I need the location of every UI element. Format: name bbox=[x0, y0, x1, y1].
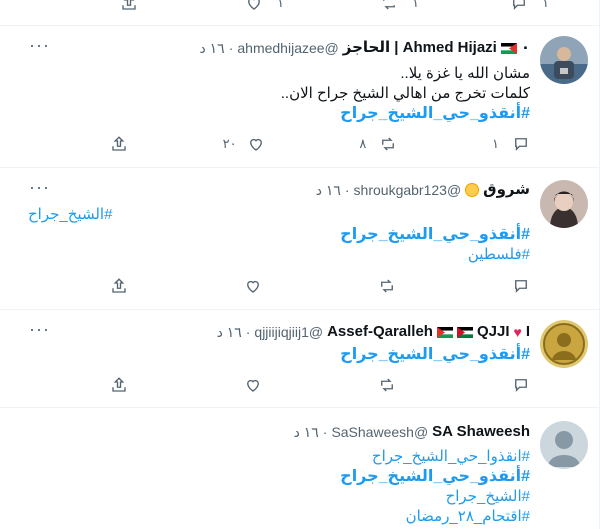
palestine-flag-icon bbox=[500, 42, 517, 54]
hashtag-link[interactable]: #الشيخ_جراح bbox=[28, 205, 530, 225]
like-count: ١ bbox=[277, 0, 284, 10]
retweet-button[interactable]: ١ bbox=[380, 0, 422, 12]
hashtag-link[interactable]: #أنقذو_حي_الشيخ_جراح bbox=[28, 104, 530, 124]
separator-dot: · bbox=[344, 182, 350, 198]
user-handle[interactable]: @SaShaweesh bbox=[331, 422, 428, 442]
share-icon bbox=[122, 0, 136, 10]
tweet-text: #الشيخ_جراح #أنقذو_حي_الشيخ_جراح #فلسطين bbox=[28, 205, 530, 265]
retweet-button[interactable] bbox=[358, 375, 396, 395]
tweet[interactable]: ٠ Ahmed Hijazi | الحاجز @ahmedhijazee · … bbox=[0, 25, 599, 167]
share-button[interactable] bbox=[110, 375, 128, 395]
reply-button[interactable] bbox=[492, 276, 530, 296]
like-count: ٢٠ bbox=[222, 136, 237, 151]
tweet[interactable]: I ♥ QJJI Assef-Qaralleh @qjjiijiqjiij1 ·… bbox=[0, 309, 599, 407]
user-name[interactable]: SA Shaweesh bbox=[432, 422, 530, 442]
user-name[interactable]: شروق bbox=[483, 180, 530, 200]
tweet-time[interactable]: ١٦ د bbox=[200, 38, 225, 58]
like-button[interactable]: ٢٠ bbox=[223, 134, 265, 154]
hashtag-link[interactable]: #أنقذو_حي_الشيخ_جراح bbox=[28, 345, 530, 365]
tweet-actions bbox=[110, 276, 530, 296]
tweet-header: SA Shaweesh @SaShaweesh · ١٦ د bbox=[28, 422, 530, 442]
share-button[interactable] bbox=[110, 134, 128, 154]
hashtag-link[interactable]: #اقتحام_٢٨_رمضان bbox=[28, 507, 530, 527]
retweet-icon bbox=[382, 137, 395, 151]
user-handle[interactable]: @shroukgabr123 bbox=[354, 180, 462, 200]
hashtag-link[interactable]: #الشيخ_جراح bbox=[28, 487, 530, 507]
user-name[interactable]: Ahmed Hijazi | الحاجز bbox=[343, 38, 497, 58]
user-name-suffix2[interactable]: I bbox=[526, 322, 530, 342]
more-icon[interactable]: ··· bbox=[29, 178, 50, 201]
heart-icon bbox=[249, 138, 262, 151]
share-icon bbox=[112, 278, 126, 293]
reply-icon bbox=[513, 0, 525, 10]
retweet-icon bbox=[383, 0, 395, 10]
share-icon bbox=[112, 377, 126, 392]
red-heart-icon: ♥ bbox=[513, 324, 522, 340]
reply-button[interactable]: ١ bbox=[510, 0, 552, 12]
reply-icon bbox=[515, 138, 527, 151]
tweet-time[interactable]: ١٦ د bbox=[294, 422, 319, 442]
reply-button[interactable] bbox=[492, 375, 530, 395]
tweet-text: #انقذوا_حي_الشيخ_جراح #أنقذو_حي_الشيخ_جر… bbox=[28, 447, 530, 527]
share-button[interactable] bbox=[120, 0, 138, 12]
tweet-time[interactable]: ١٦ د bbox=[316, 180, 341, 200]
retweet-icon bbox=[381, 378, 393, 392]
reply-count: ١ bbox=[491, 136, 499, 151]
separator-dot: · bbox=[228, 40, 234, 56]
more-icon[interactable]: ··· bbox=[29, 36, 50, 59]
retweet-count: ١ bbox=[412, 0, 419, 10]
user-name-prefix[interactable]: ٠ bbox=[521, 38, 530, 58]
user-name[interactable]: Assef-Qaralleh bbox=[327, 322, 433, 342]
tweet-header: ٠ Ahmed Hijazi | الحاجز @ahmedhijazee · … bbox=[28, 38, 530, 58]
reply-count: ١ bbox=[542, 0, 549, 10]
like-button[interactable]: ١ bbox=[245, 0, 287, 12]
tweet-actions: ٢٠ ٨ ١ bbox=[110, 134, 530, 154]
tweet[interactable]: SA Shaweesh @SaShaweesh · ١٦ د #انقذوا_ح… bbox=[0, 407, 599, 529]
reply-icon bbox=[515, 379, 527, 392]
jordan-flag-icon bbox=[456, 326, 473, 338]
tweet-actions bbox=[110, 375, 530, 395]
reply-icon bbox=[515, 280, 527, 293]
more-icon[interactable]: ··· bbox=[29, 320, 50, 343]
timeline-feed: ١ ١ ١ ٠ Ahmed Hijazi | الحاجز @ahmedhija… bbox=[0, 0, 600, 529]
hashtag-link[interactable]: #أنقذو_حي_الشيخ_جراح bbox=[28, 467, 530, 487]
tweet-text: مشان الله يا غزة يلا.. كلمات تخرج من اها… bbox=[28, 64, 530, 124]
heart-icon bbox=[247, 379, 259, 392]
like-button[interactable] bbox=[224, 375, 262, 395]
hashtag-link[interactable]: #أنقذو_حي_الشيخ_جراح bbox=[28, 225, 530, 245]
retweet-button[interactable]: ٨ bbox=[359, 134, 397, 154]
retweet-button[interactable] bbox=[358, 276, 396, 296]
sun-emoji-icon bbox=[465, 183, 480, 197]
share-icon bbox=[112, 136, 126, 151]
user-handle[interactable]: @ahmedhijazee bbox=[237, 38, 338, 58]
tweet[interactable]: شروق @shroukgabr123 · ١٦ د ··· #الشيخ_جر… bbox=[0, 167, 599, 309]
avatar[interactable] bbox=[540, 421, 588, 469]
reply-button[interactable]: ١ bbox=[492, 134, 530, 154]
separator-dot: · bbox=[322, 424, 328, 440]
avatar[interactable] bbox=[540, 36, 588, 84]
heart-icon bbox=[248, 0, 260, 10]
user-handle[interactable]: @qjjiijiqjiij1 bbox=[254, 322, 323, 342]
tweet-time[interactable]: ١٦ د bbox=[217, 322, 242, 342]
avatar[interactable] bbox=[540, 180, 588, 228]
partial-tweet-actions: ١ ١ ١ bbox=[20, 0, 580, 14]
tweet-header: I ♥ QJJI Assef-Qaralleh @qjjiijiqjiij1 ·… bbox=[28, 322, 530, 342]
tweet-line: مشان الله يا غزة يلا.. bbox=[400, 65, 530, 82]
user-name-suffix[interactable]: QJJI bbox=[477, 322, 510, 342]
tweet-line: كلمات تخرج من اهالي الشيخ جراح الان.. bbox=[280, 85, 530, 102]
heart-icon bbox=[247, 280, 259, 293]
hashtag-link[interactable]: #انقذوا_حي_الشيخ_جراح bbox=[28, 447, 530, 467]
share-button[interactable] bbox=[110, 276, 128, 296]
retweet-count: ٨ bbox=[359, 136, 367, 151]
like-button[interactable] bbox=[224, 276, 262, 296]
hashtag-link[interactable]: #فلسطين bbox=[28, 245, 530, 265]
avatar[interactable] bbox=[540, 320, 588, 368]
retweet-icon bbox=[381, 279, 393, 293]
separator-dot: · bbox=[245, 324, 251, 340]
tweet-header: شروق @shroukgabr123 · ١٦ د bbox=[28, 180, 530, 200]
tweet-text: #أنقذو_حي_الشيخ_جراح bbox=[28, 345, 530, 365]
palestine-flag-icon bbox=[436, 326, 453, 338]
